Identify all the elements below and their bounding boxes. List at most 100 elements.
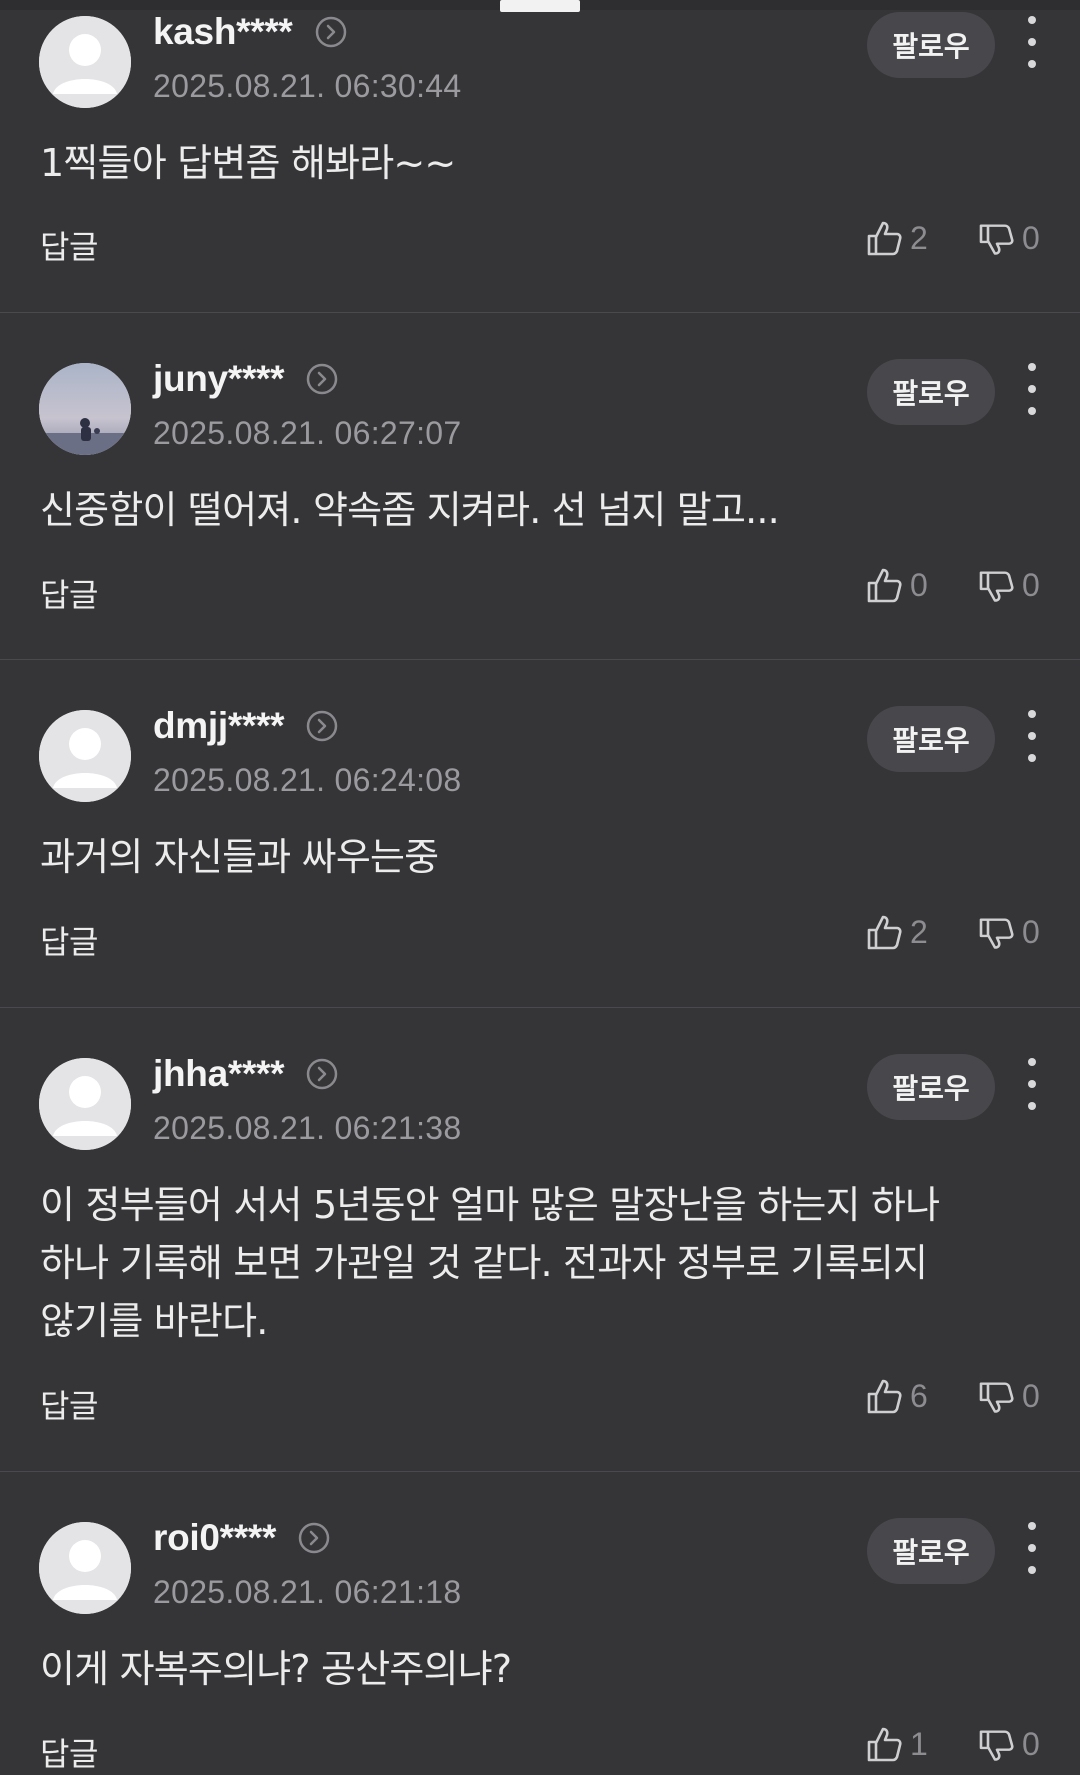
comment-item: juny**** 2025.08.21. 06:27:07 팔로우 신중함이 떨… — [0, 313, 1080, 660]
dislike-count: 0 — [1022, 913, 1040, 950]
like-button[interactable]: 1 — [866, 1722, 928, 1766]
avatar[interactable] — [39, 1058, 131, 1150]
reply-button[interactable]: 답글 — [40, 1729, 98, 1775]
chevron-right-icon[interactable] — [315, 16, 347, 48]
username[interactable]: kash**** — [153, 11, 293, 53]
username-row: roi0**** — [153, 1516, 330, 1560]
dislike-count: 0 — [1022, 219, 1040, 256]
thumbs-down-icon — [979, 918, 1014, 949]
thumbs-up-icon — [867, 568, 902, 603]
more-options-button[interactable] — [1020, 1058, 1044, 1110]
thumbs-up-icon — [867, 1727, 902, 1762]
more-dot-icon — [1028, 1102, 1036, 1110]
chevron-right-icon[interactable] — [306, 1058, 338, 1090]
username[interactable]: jhha**** — [153, 1053, 285, 1095]
more-dot-icon — [1028, 732, 1036, 740]
timestamp: 2025.08.21. 06:21:18 — [153, 1574, 462, 1610]
like-count: 1 — [910, 1725, 928, 1762]
more-dot-icon — [1028, 754, 1036, 762]
thumbs-down-icon — [979, 1382, 1014, 1413]
thumbs-down-icon — [979, 224, 1014, 255]
follow-button[interactable]: 팔로우 — [867, 706, 995, 772]
comment-body: 이 정부들어 서서 5년동안 얼마 많은 말장난을 하는지 하나 하나 기록해 … — [40, 1183, 940, 1343]
chevron-right-icon[interactable] — [306, 363, 338, 395]
like-button[interactable]: 6 — [866, 1374, 928, 1418]
username[interactable]: roi0**** — [153, 1517, 276, 1559]
like-button[interactable]: 2 — [866, 910, 928, 954]
more-dot-icon — [1028, 407, 1036, 415]
more-dot-icon — [1028, 1058, 1036, 1066]
follow-button[interactable]: 팔로우 — [867, 12, 995, 78]
comment-item: dmjj**** 2025.08.21. 06:24:08 팔로우 과거의 자신… — [0, 660, 1080, 1008]
thumbs-up-icon — [867, 1379, 902, 1414]
dislike-button[interactable]: 0 — [978, 216, 1040, 260]
dislike-button[interactable]: 0 — [978, 1374, 1040, 1418]
more-options-button[interactable] — [1020, 16, 1044, 68]
reply-button[interactable]: 답글 — [40, 1381, 98, 1427]
dislike-count: 0 — [1022, 566, 1040, 603]
timestamp: 2025.08.21. 06:30:44 — [153, 68, 462, 104]
dislike-button[interactable]: 0 — [978, 563, 1040, 607]
default-avatar-icon — [39, 1522, 131, 1614]
like-button[interactable]: 2 — [866, 216, 928, 260]
avatar[interactable] — [39, 16, 131, 108]
avatar[interactable] — [39, 363, 131, 455]
like-count: 2 — [910, 913, 928, 950]
avatar[interactable] — [39, 710, 131, 802]
username-row: jhha**** — [153, 1052, 338, 1096]
comment-body: 이게 자복주의냐? 공산주의냐? — [40, 1647, 512, 1691]
dislike-count: 0 — [1022, 1377, 1040, 1414]
more-dot-icon — [1028, 363, 1036, 371]
like-count: 0 — [910, 566, 928, 603]
comment-item: roi0**** 2025.08.21. 06:21:18 팔로우 이게 자복주… — [0, 1472, 1080, 1773]
default-avatar-icon — [39, 710, 131, 802]
dislike-button[interactable]: 0 — [978, 910, 1040, 954]
dislike-button[interactable]: 0 — [978, 1722, 1040, 1766]
dislike-count: 0 — [1022, 1725, 1040, 1762]
photo-avatar-icon — [39, 363, 131, 455]
comment-item: kash**** 2025.08.21. 06:30:44 팔로우 1찍들아 답… — [0, 0, 1080, 313]
more-dot-icon — [1028, 1522, 1036, 1530]
comment-body: 1찍들아 답변좀 해봐라~~ — [40, 141, 456, 185]
thumbs-down-icon — [979, 1730, 1014, 1761]
default-avatar-icon — [39, 1058, 131, 1150]
more-dot-icon — [1028, 710, 1036, 718]
follow-button[interactable]: 팔로우 — [867, 1518, 995, 1584]
more-dot-icon — [1028, 38, 1036, 46]
more-dot-icon — [1028, 385, 1036, 393]
reply-button[interactable]: 답글 — [40, 917, 98, 963]
timestamp: 2025.08.21. 06:24:08 — [153, 762, 462, 798]
username[interactable]: juny**** — [153, 358, 285, 400]
more-dot-icon — [1028, 60, 1036, 68]
like-button[interactable]: 0 — [866, 563, 928, 607]
username-row: dmjj**** — [153, 704, 338, 748]
more-options-button[interactable] — [1020, 1522, 1044, 1574]
more-options-button[interactable] — [1020, 363, 1044, 415]
more-dot-icon — [1028, 1080, 1036, 1088]
chevron-right-icon[interactable] — [306, 710, 338, 742]
like-count: 6 — [910, 1377, 928, 1414]
thumbs-up-icon — [867, 915, 902, 950]
timestamp: 2025.08.21. 06:21:38 — [153, 1110, 462, 1146]
chevron-right-icon[interactable] — [298, 1522, 330, 1554]
reply-button[interactable]: 답글 — [40, 222, 98, 268]
more-dot-icon — [1028, 1566, 1036, 1574]
more-options-button[interactable] — [1020, 710, 1044, 762]
follow-button[interactable]: 팔로우 — [867, 359, 995, 425]
more-dot-icon — [1028, 1544, 1036, 1552]
thumbs-up-icon — [867, 221, 902, 256]
like-count: 2 — [910, 219, 928, 256]
comment-item: jhha**** 2025.08.21. 06:21:38 팔로우 이 정부들어… — [0, 1008, 1080, 1472]
more-dot-icon — [1028, 16, 1036, 24]
thumbs-down-icon — [979, 571, 1014, 602]
comment-body: 과거의 자신들과 싸우는중 — [40, 835, 439, 879]
timestamp: 2025.08.21. 06:27:07 — [153, 415, 462, 451]
comment-body: 신중함이 떨어져. 약속좀 지켜라. 선 넘지 말고... — [40, 488, 780, 532]
username[interactable]: dmjj**** — [153, 705, 285, 747]
comment-list: kash**** 2025.08.21. 06:30:44 팔로우 1찍들아 답… — [0, 0, 1080, 1773]
username-row: juny**** — [153, 357, 338, 401]
follow-button[interactable]: 팔로우 — [867, 1054, 995, 1120]
reply-button[interactable]: 답글 — [40, 570, 98, 616]
default-avatar-icon — [39, 16, 131, 108]
avatar[interactable] — [39, 1522, 131, 1614]
